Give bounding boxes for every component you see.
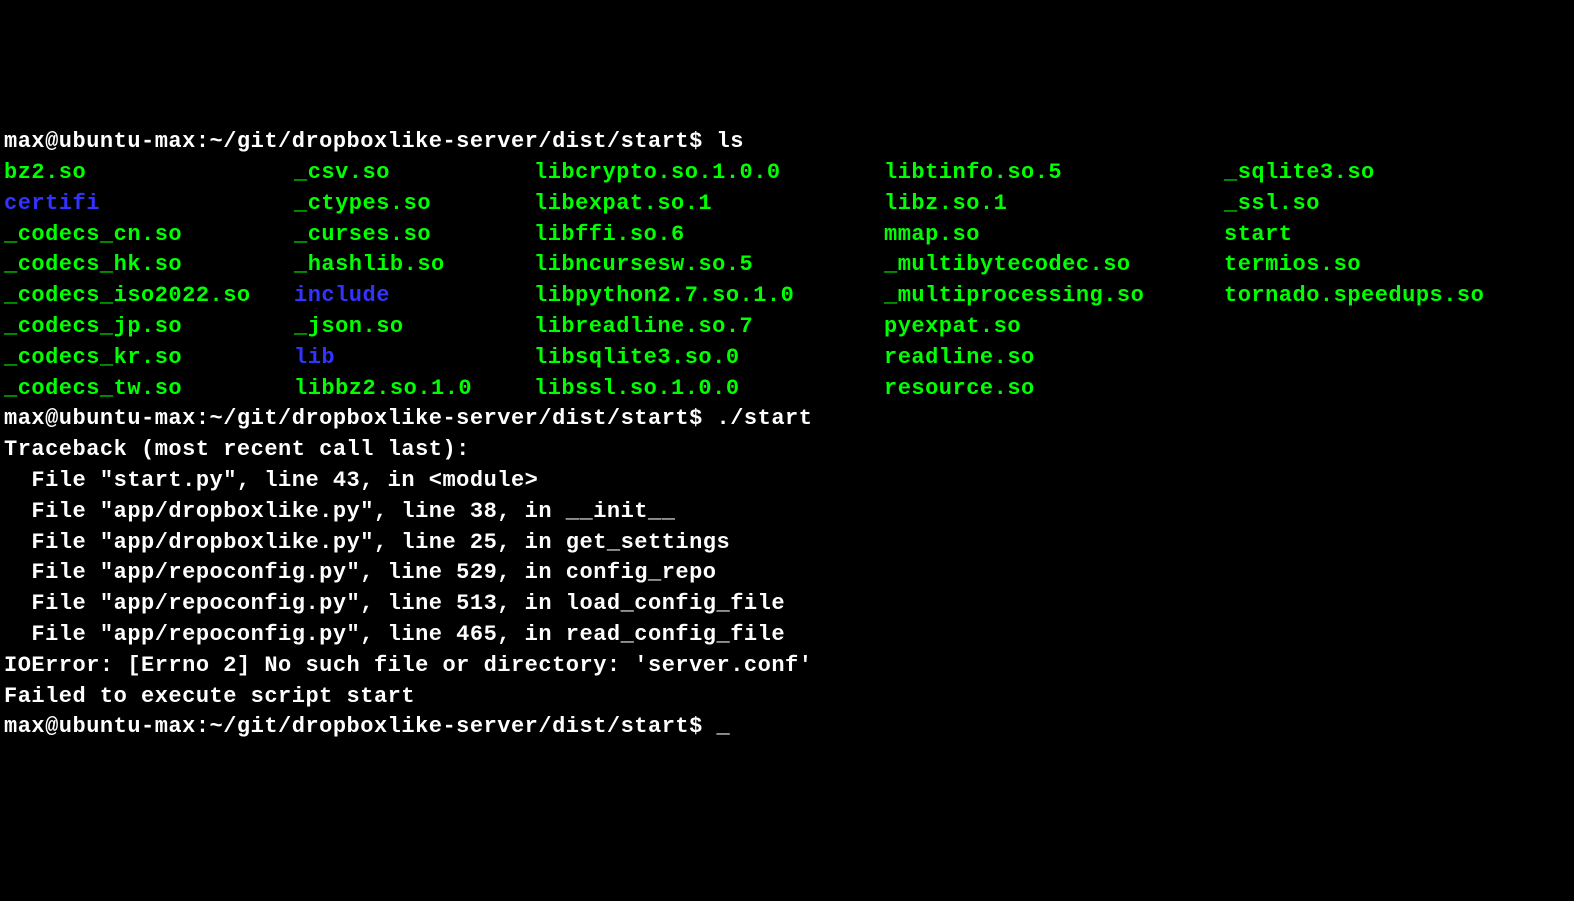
ls-item: readline.so — [884, 343, 1224, 374]
ls-item: _multiprocessing.so — [884, 281, 1224, 312]
prompt-prefix: max@ubuntu-max:~/git/dropboxlike-server/… — [4, 714, 717, 739]
traceback-line: File "app/dropboxlike.py", line 38, in _… — [4, 497, 1570, 528]
ls-item: bz2.so — [4, 158, 294, 189]
ls-item: mmap.so — [884, 220, 1224, 251]
ls-item: _codecs_kr.so — [4, 343, 294, 374]
ls-listing: bz2.so_csv.solibcrypto.so.1.0.0libtinfo.… — [4, 158, 1570, 404]
ls-item: libbz2.so.1.0 — [294, 374, 534, 405]
ls-item: _sqlite3.so — [1224, 158, 1570, 189]
ls-item: libexpat.so.1 — [534, 189, 884, 220]
ls-item: _ctypes.so — [294, 189, 534, 220]
ls-item: libz.so.1 — [884, 189, 1224, 220]
traceback-output: Traceback (most recent call last): File … — [4, 435, 1570, 712]
ls-item: _multibytecodec.so — [884, 250, 1224, 281]
prompt-line-1: max@ubuntu-max:~/git/dropboxlike-server/… — [4, 127, 1570, 158]
ls-item: _csv.so — [294, 158, 534, 189]
ls-item — [1224, 374, 1570, 405]
ls-item: _codecs_tw.so — [4, 374, 294, 405]
ls-item — [1224, 343, 1570, 374]
ls-item: certifi — [4, 189, 294, 220]
prompt-line-3: max@ubuntu-max:~/git/dropboxlike-server/… — [4, 712, 1570, 743]
command-start: ./start — [717, 406, 813, 431]
ls-item: _hashlib.so — [294, 250, 534, 281]
ls-item: lib — [294, 343, 534, 374]
ls-item — [1224, 312, 1570, 343]
ls-item: start — [1224, 220, 1570, 251]
traceback-line: File "app/repoconfig.py", line 513, in l… — [4, 589, 1570, 620]
ls-item: _codecs_cn.so — [4, 220, 294, 251]
ls-item: libssl.so.1.0.0 — [534, 374, 884, 405]
ls-item: _json.so — [294, 312, 534, 343]
ls-item: _ssl.so — [1224, 189, 1570, 220]
ls-item: termios.so — [1224, 250, 1570, 281]
traceback-line: File "app/dropboxlike.py", line 25, in g… — [4, 528, 1570, 559]
ls-item: tornado.speedups.so — [1224, 281, 1570, 312]
ls-item: _codecs_iso2022.so — [4, 281, 294, 312]
ls-item: _codecs_jp.so — [4, 312, 294, 343]
traceback-line: File "start.py", line 43, in <module> — [4, 466, 1570, 497]
ls-item: libreadline.so.7 — [534, 312, 884, 343]
traceback-line: File "app/repoconfig.py", line 465, in r… — [4, 620, 1570, 651]
traceback-line: Failed to execute script start — [4, 682, 1570, 713]
ls-item: libtinfo.so.5 — [884, 158, 1224, 189]
prompt-line-2: max@ubuntu-max:~/git/dropboxlike-server/… — [4, 404, 1570, 435]
traceback-line: File "app/repoconfig.py", line 529, in c… — [4, 558, 1570, 589]
traceback-line: IOError: [Errno 2] No such file or direc… — [4, 651, 1570, 682]
ls-item: libsqlite3.so.0 — [534, 343, 884, 374]
ls-item: _codecs_hk.so — [4, 250, 294, 281]
ls-item: libcrypto.so.1.0.0 — [534, 158, 884, 189]
prompt-prefix: max@ubuntu-max:~/git/dropboxlike-server/… — [4, 406, 717, 431]
prompt-prefix: max@ubuntu-max:~/git/dropboxlike-server/… — [4, 129, 717, 154]
terminal-output[interactable]: max@ubuntu-max:~/git/dropboxlike-server/… — [4, 127, 1570, 743]
command-ls: ls — [717, 129, 744, 154]
ls-item: pyexpat.so — [884, 312, 1224, 343]
ls-item: libffi.so.6 — [534, 220, 884, 251]
ls-item: libncursesw.so.5 — [534, 250, 884, 281]
cursor[interactable] — [717, 714, 731, 739]
ls-item: include — [294, 281, 534, 312]
traceback-line: Traceback (most recent call last): — [4, 435, 1570, 466]
ls-item: libpython2.7.so.1.0 — [534, 281, 884, 312]
ls-item: resource.so — [884, 374, 1224, 405]
ls-item: _curses.so — [294, 220, 534, 251]
